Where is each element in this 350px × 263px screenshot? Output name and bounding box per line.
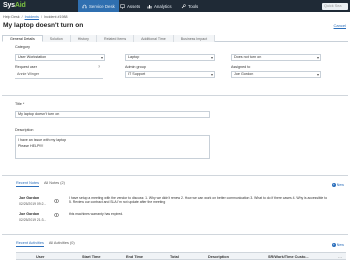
category-label: Category — [15, 45, 30, 49]
eye-icon[interactable] — [54, 199, 59, 203]
new-note-button[interactable]: + New — [331, 183, 344, 187]
note-time: 02/25/2019 21:3... — [19, 218, 47, 222]
plus-icon: + — [331, 243, 336, 247]
new-note-label: New — [336, 183, 344, 187]
cancel-button[interactable]: Cancel — [334, 23, 346, 28]
note-time: 02/25/2019 09:2... — [19, 202, 47, 206]
activities-tabs: Recent Activities All Activities (0) — [16, 241, 75, 247]
column-header-end-time[interactable]: End Time — [126, 255, 143, 259]
incident-tabs: General Details Solution History Related… — [2, 35, 348, 42]
nav-label: Assets — [127, 3, 141, 9]
nav-tools[interactable]: Tools — [177, 0, 202, 12]
nav-analytics[interactable]: Analytics — [143, 0, 176, 12]
activities-table-header: User Start Time End Time Total Descripti… — [16, 252, 346, 260]
headset-icon — [82, 4, 87, 9]
nav-assets[interactable]: Assets — [116, 0, 144, 12]
column-header-description[interactable]: Description — [208, 255, 229, 259]
eye-icon[interactable] — [54, 213, 59, 217]
request-user-label: Request user — [15, 65, 37, 69]
nav-service-desk[interactable]: Service Desk — [78, 0, 119, 12]
tab-business-impact[interactable]: Business Impact — [173, 35, 216, 42]
description-textarea[interactable]: I have an issue with my laptop Please HE… — [15, 135, 210, 159]
column-header-custom[interactable]: SR/Work/Time Custo... — [268, 255, 309, 259]
tab-all-activities[interactable]: All Activities (0) — [49, 241, 75, 247]
notes-tabs: Recent Notes All Notes (2) — [16, 181, 65, 187]
plus-icon: + — [331, 183, 336, 187]
note-author: Joe Gordon — [19, 196, 40, 200]
column-settings-icon[interactable]: ⋯ — [338, 255, 342, 260]
tab-history[interactable]: History — [70, 35, 97, 42]
column-header-total[interactable]: Total — [170, 255, 179, 259]
third-level-category-select[interactable]: Does not turn on — [231, 54, 321, 61]
breadcrumb-separator: / — [40, 15, 42, 19]
nav-label: Tools — [188, 3, 199, 9]
note-author: Joe Gordon — [19, 212, 40, 216]
column-header-start-time[interactable]: Start Time — [82, 255, 101, 259]
tab-all-notes-label: All Notes — [44, 181, 60, 185]
category-select[interactable]: User Workstation — [15, 54, 105, 61]
logo-accent-text: Aid — [14, 2, 26, 9]
assigned-to-select[interactable]: Joe Gordon — [231, 71, 321, 78]
tab-recent-notes[interactable]: Recent Notes — [16, 181, 40, 187]
title-input[interactable]: My laptop doesn't turn on — [15, 111, 210, 118]
new-activity-label: New — [336, 243, 344, 247]
top-navigation-bar: SysAid Service Desk Assets Analytics Too… — [0, 0, 350, 12]
description-line: I have an issue with my laptop — [18, 137, 67, 142]
admin-group-select[interactable]: IT Support — [125, 71, 215, 78]
logo-text: Sys — [3, 2, 15, 9]
nav-label: Service Desk — [89, 3, 115, 9]
sysaid-logo[interactable]: SysAid — [3, 2, 26, 9]
nav-label: Analytics — [154, 3, 172, 9]
column-header-user[interactable]: User — [36, 255, 44, 259]
breadcrumb: Help Desk / Incidents / Incident #1988 — [3, 14, 68, 20]
breadcrumb-home[interactable]: Help Desk — [3, 15, 20, 19]
chart-icon — [147, 4, 152, 9]
section-divider — [2, 175, 348, 176]
description-line: Please HELP!!!! — [18, 143, 44, 148]
title-actions: Cancel — [334, 23, 346, 28]
assigned-to-label: Assigned to — [231, 65, 251, 69]
admin-group-label: Admin group — [125, 65, 146, 69]
subcategory-select[interactable]: Laptop — [125, 54, 215, 61]
tab-related-items[interactable]: Related Items — [96, 35, 135, 42]
breadcrumb-incidents-link[interactable]: Incidents — [25, 15, 39, 19]
note-text: this machines warranty has expired. — [69, 212, 124, 216]
description-label: Description — [15, 128, 34, 132]
monitor-icon — [120, 4, 125, 9]
request-user-info-icon[interactable]: ? — [98, 65, 100, 69]
tab-additional-time[interactable]: Additional Time — [134, 35, 174, 42]
request-user-underline — [15, 78, 103, 79]
section-divider — [2, 95, 348, 96]
all-activities-count: 0 — [71, 241, 74, 245]
tab-general-details[interactable]: General Details — [2, 35, 43, 42]
breadcrumb-separator: / — [21, 15, 23, 19]
request-user-value[interactable]: Annie Winger — [17, 72, 39, 76]
tab-recent-activities[interactable]: Recent Activities — [16, 241, 44, 247]
tab-solution[interactable]: Solution — [42, 35, 71, 42]
page-title: My laptop doesn't turn on — [3, 22, 84, 29]
title-field-label: Title * — [15, 102, 25, 106]
new-activity-button[interactable]: + New — [331, 243, 344, 247]
tab-all-activities-label: All Activities — [48, 241, 69, 245]
note-text: I have setup a meeting with the vendor t… — [69, 196, 328, 205]
section-divider — [2, 234, 348, 235]
breadcrumb-current: Incident #1988 — [43, 15, 68, 19]
wrench-icon — [181, 3, 186, 9]
quick-search-input[interactable]: Quick Sea — [322, 2, 348, 10]
all-notes-count: 2 — [61, 181, 64, 185]
tab-all-notes[interactable]: All Notes (2) — [44, 181, 65, 187]
